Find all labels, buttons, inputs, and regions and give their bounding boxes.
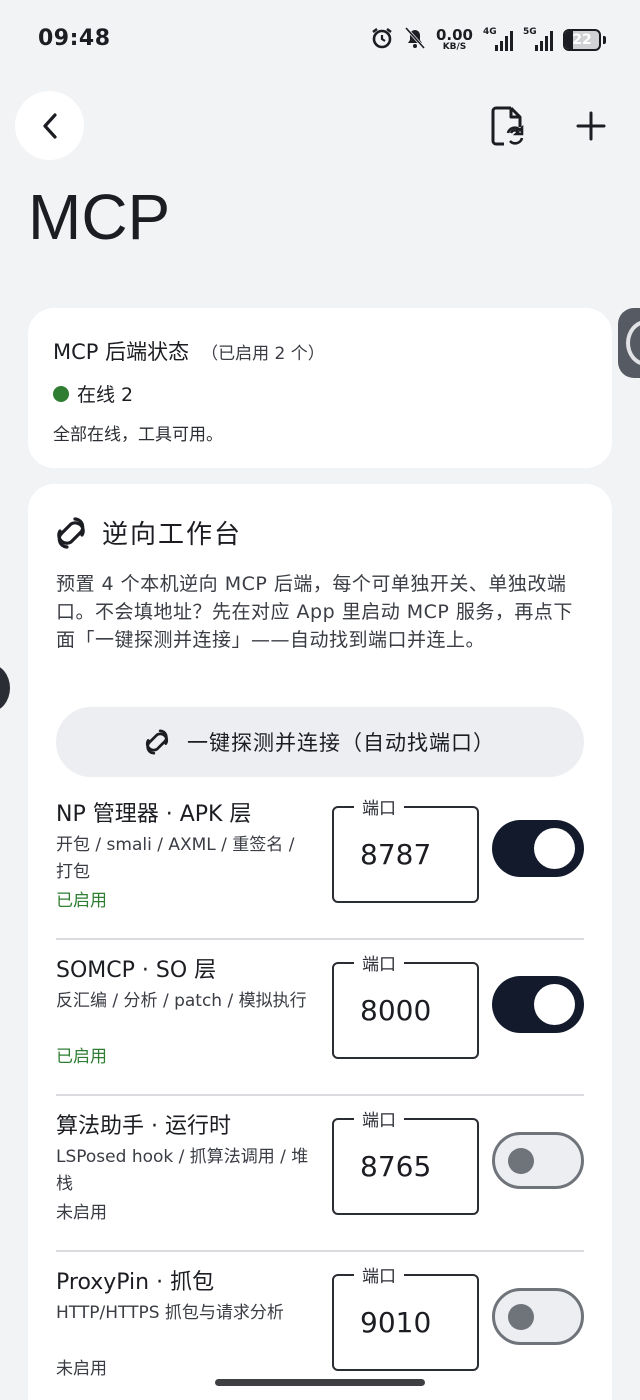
toggle-knob bbox=[508, 1148, 534, 1174]
toggle-knob bbox=[508, 1304, 534, 1330]
toggle-knob bbox=[534, 984, 575, 1025]
toggle-knob bbox=[534, 828, 575, 869]
link-icon bbox=[145, 729, 169, 755]
backend-description: LSPosed hook / 抓算法调用 / 堆栈 bbox=[56, 1147, 309, 1194]
page-title: MCP bbox=[28, 181, 171, 253]
backend-row-proxypin: ProxyPin · 抓包 HTTP/HTTPS 抓包与请求分析 未启用 端口 … bbox=[56, 1252, 584, 1400]
file-sync-button[interactable] bbox=[487, 104, 527, 148]
port-input[interactable]: 端口 8000 bbox=[332, 950, 479, 1059]
backend-toggle[interactable] bbox=[492, 976, 584, 1033]
workbench-title: 逆向工作台 bbox=[102, 520, 243, 550]
workbench-description: 预置 4 个本机逆向 MCP 后端，每个可单独开关、单独改端口。不会填地址？先在… bbox=[56, 573, 573, 651]
status-time: 09:48 bbox=[38, 26, 111, 51]
battery-tip bbox=[603, 36, 606, 44]
port-input[interactable]: 端口 8787 bbox=[332, 794, 479, 903]
backend-status: 已启用 bbox=[56, 891, 107, 911]
signal-4g-icon: 4G bbox=[483, 27, 513, 51]
port-label: 端口 bbox=[354, 950, 404, 975]
alarm-icon bbox=[370, 26, 394, 54]
floating-ball-right[interactable] bbox=[618, 308, 640, 378]
backend-toggle[interactable] bbox=[492, 820, 584, 877]
port-label: 端口 bbox=[354, 1106, 404, 1131]
port-value[interactable]: 8787 bbox=[360, 838, 431, 871]
backend-status: 未启用 bbox=[56, 1203, 107, 1223]
backend-row-algorithm-helper: 算法助手 · 运行时 LSPosed hook / 抓算法调用 / 堆栈 未启用… bbox=[56, 1096, 584, 1252]
port-label: 端口 bbox=[354, 794, 404, 819]
floating-ball-left[interactable] bbox=[0, 664, 10, 712]
home-indicator[interactable] bbox=[215, 1379, 425, 1386]
backend-status-card: MCP 后端状态 （已启用 2 个） 在线 2 全部在线，工具可用。 bbox=[28, 308, 612, 468]
status-card-title-text: MCP 后端状态 bbox=[53, 340, 190, 364]
link-icon bbox=[57, 516, 85, 549]
port-value[interactable]: 9010 bbox=[360, 1306, 431, 1339]
signal-5g-label: 5G bbox=[523, 27, 537, 37]
backend-description: 反汇编 / 分析 / patch / 模拟执行 bbox=[56, 991, 307, 1011]
status-description: 全部在线，工具可用。 bbox=[53, 425, 223, 445]
chevron-left-icon bbox=[42, 112, 57, 139]
backend-name: NP 管理器 · APK 层 bbox=[56, 802, 252, 827]
backend-name: SOMCP · SO 层 bbox=[56, 958, 217, 983]
status-bar: 09:48 0.00 KB/S 4G 5G 22 bbox=[0, 0, 640, 80]
signal-4g-label: 4G bbox=[483, 27, 497, 37]
status-icons: 0.00 KB/S 4G 5G 22 bbox=[370, 26, 606, 54]
workbench-header: 逆向工作台 bbox=[56, 514, 242, 551]
file-sync-icon bbox=[491, 106, 524, 146]
port-input[interactable]: 端口 9010 bbox=[332, 1262, 479, 1371]
online-label: 在线 2 bbox=[77, 384, 134, 406]
plus-icon bbox=[576, 111, 606, 141]
net-speed-unit: KB/S bbox=[442, 42, 467, 52]
signal-5g-icon: 5G bbox=[523, 27, 553, 51]
online-indicator: 在线 2 bbox=[53, 380, 133, 407]
port-value[interactable]: 8765 bbox=[360, 1150, 431, 1183]
backend-description: HTTP/HTTPS 抓包与请求分析 bbox=[56, 1303, 284, 1323]
online-dot-icon bbox=[53, 385, 69, 402]
backend-name: 算法助手 · 运行时 bbox=[56, 1114, 231, 1139]
backend-toggle[interactable] bbox=[492, 1288, 584, 1345]
workbench-card: 逆向工作台 预置 4 个本机逆向 MCP 后端，每个可单独开关、单独改端口。不会… bbox=[28, 484, 612, 1400]
backend-name: ProxyPin · 抓包 bbox=[56, 1270, 215, 1295]
status-card-title: MCP 后端状态 （已启用 2 个） bbox=[53, 336, 325, 366]
bell-off-icon bbox=[404, 26, 426, 54]
backend-status: 已启用 bbox=[56, 1047, 107, 1067]
battery-icon: 22 bbox=[563, 29, 601, 51]
backend-description: 开包 / smali / AXML / 重签名 / 打包 bbox=[56, 835, 295, 882]
backend-row-np-manager: NP 管理器 · APK 层 开包 / smali / AXML / 重签名 /… bbox=[56, 784, 584, 940]
detect-connect-label: 一键探测并连接（自动找端口） bbox=[187, 731, 495, 755]
backend-status: 未启用 bbox=[56, 1359, 107, 1379]
detect-connect-button[interactable]: 一键探测并连接（自动找端口） bbox=[56, 707, 584, 777]
enabled-count: （已启用 2 个） bbox=[201, 344, 325, 364]
net-speed-value: 0.00 bbox=[435, 26, 473, 44]
net-speed: 0.00 KB/S bbox=[436, 28, 473, 52]
backend-row-somcp: SOMCP · SO 层 反汇编 / 分析 / patch / 模拟执行 已启用… bbox=[56, 940, 584, 1096]
back-button[interactable] bbox=[15, 91, 84, 160]
backend-toggle[interactable] bbox=[492, 1132, 584, 1189]
port-input[interactable]: 端口 8765 bbox=[332, 1106, 479, 1215]
port-value[interactable]: 8000 bbox=[360, 994, 431, 1027]
add-button[interactable] bbox=[571, 104, 611, 148]
port-label: 端口 bbox=[354, 1262, 404, 1287]
battery-level: 22 bbox=[572, 32, 592, 48]
